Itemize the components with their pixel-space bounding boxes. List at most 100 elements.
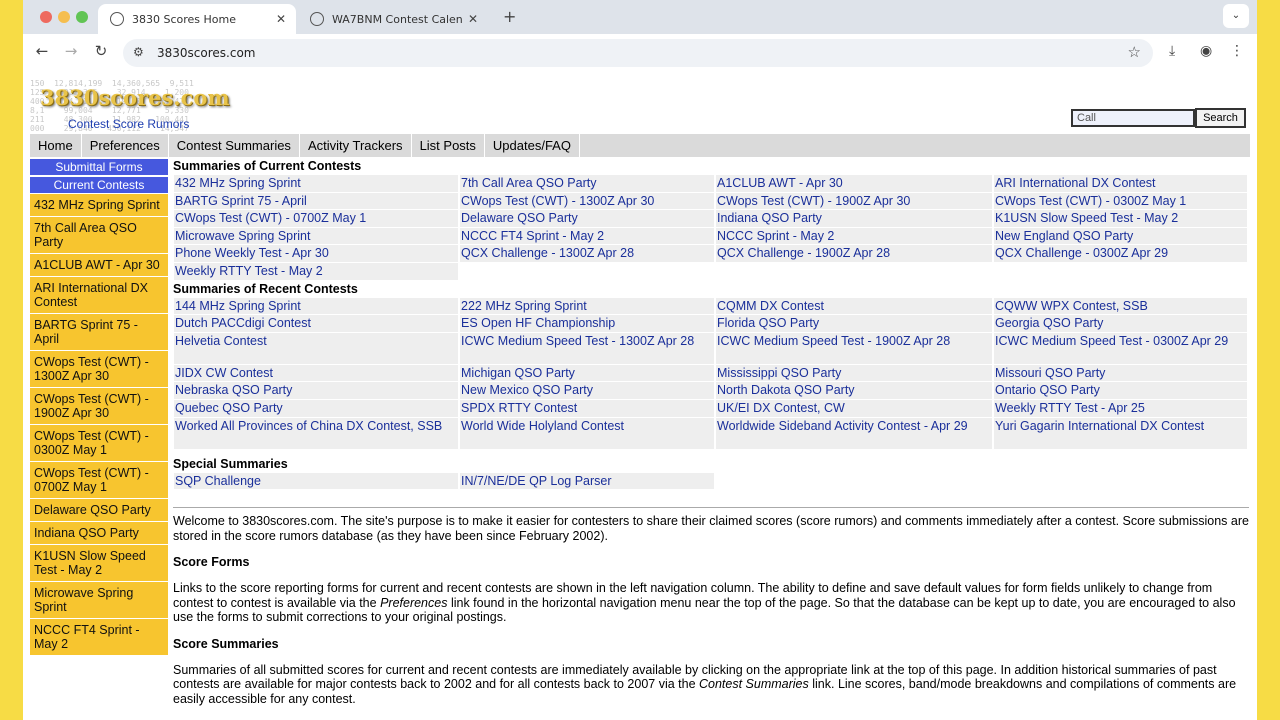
contest-summary-link[interactable]: QCX Challenge - 1900Z Apr 28: [716, 245, 992, 262]
sidebar-heading-submittal-forms: Submittal Forms: [30, 159, 168, 175]
contest-summary-link[interactable]: JIDX CW Contest: [174, 364, 458, 382]
current-contests-title: Summaries of Current Contests: [173, 159, 362, 173]
contest-summary-link[interactable]: Weekly RTTY Test - Apr 25: [994, 399, 1247, 417]
close-tab-icon[interactable]: ✕: [276, 12, 286, 26]
close-window-button[interactable]: [40, 11, 52, 23]
contest-summary-link[interactable]: CWops Test (CWT) - 1300Z Apr 30: [460, 192, 714, 210]
contest-summary-link[interactable]: ICWC Medium Speed Test - 0300Z Apr 29: [994, 332, 1247, 364]
contest-summary-link[interactable]: NCCC Sprint - May 2: [716, 227, 992, 245]
nav-updates-faq[interactable]: Updates/FAQ: [485, 134, 580, 157]
forward-arrow-icon[interactable]: →: [61, 42, 81, 60]
contest-summary-link[interactable]: Florida QSO Party: [716, 315, 992, 332]
sidebar-item-contest[interactable]: NCCC FT4 Sprint - May 2: [30, 619, 168, 656]
contest-summary-link[interactable]: CWops Test (CWT) - 1900Z Apr 30: [716, 192, 992, 210]
contest-summary-link[interactable]: CQWW WPX Contest, SSB: [994, 297, 1247, 315]
contest-summary-link[interactable]: Microwave Spring Sprint: [174, 227, 458, 245]
tab-search-chevron-icon[interactable]: ⌄: [1223, 4, 1249, 28]
tab-title: 3830 Scores Home: [132, 12, 237, 26]
reload-icon[interactable]: ↻: [91, 42, 111, 60]
sidebar-item-contest[interactable]: Delaware QSO Party: [30, 499, 168, 522]
contest-summary-link[interactable]: Missouri QSO Party: [994, 364, 1247, 382]
contest-summary-link[interactable]: Dutch PACCdigi Contest: [174, 315, 458, 332]
sidebar-item-contest[interactable]: CWops Test (CWT) - 0700Z May 1: [30, 462, 168, 499]
nav-list-posts[interactable]: List Posts: [412, 134, 485, 157]
contest-summary-link[interactable]: 7th Call Area QSO Party: [460, 175, 714, 192]
contest-summary-link[interactable]: Indiana QSO Party: [716, 210, 992, 227]
nav-home[interactable]: Home: [30, 134, 82, 157]
sidebar-item-contest[interactable]: ARI International DX Contest: [30, 277, 168, 314]
sidebar-item-contest[interactable]: Microwave Spring Sprint: [30, 582, 168, 619]
contest-summary-link[interactable]: Weekly RTTY Test - May 2: [174, 262, 458, 280]
contest-summary-link[interactable]: 222 MHz Spring Sprint: [460, 297, 714, 315]
contest-summary-link[interactable]: Worldwide Sideband Activity Contest - Ap…: [716, 417, 992, 449]
sidebar-item-contest[interactable]: K1USN Slow Speed Test - May 2: [30, 545, 168, 582]
contest-summary-link[interactable]: Nebraska QSO Party: [174, 382, 458, 399]
site-settings-icon[interactable]: ⚙: [133, 45, 144, 59]
contest-summary-link[interactable]: NCCC FT4 Sprint - May 2: [460, 227, 714, 245]
contest-summary-link[interactable]: QCX Challenge - 1300Z Apr 28: [460, 245, 714, 262]
sidebar-item-contest[interactable]: CWops Test (CWT) - 1900Z Apr 30: [30, 388, 168, 425]
site-logo[interactable]: 150 12,814,199 14,360,565 9,511 125 211,…: [30, 77, 240, 137]
tab-wa7bnm[interactable]: WA7BNM Contest Calendar: C ✕: [298, 4, 488, 34]
search-button[interactable]: Search: [1195, 108, 1246, 128]
sidebar-item-contest[interactable]: CWops Test (CWT) - 1300Z Apr 30: [30, 351, 168, 388]
contest-summary-link[interactable]: Helvetia Contest: [174, 332, 458, 364]
call-search-input[interactable]: Call: [1071, 109, 1195, 127]
globe-icon: [310, 12, 324, 26]
tab-3830-scores[interactable]: 3830 Scores Home ✕: [98, 4, 296, 34]
current-contests-grid: 432 MHz Spring Sprint 7th Call Area QSO P…: [174, 175, 1249, 280]
sidebar-item-contest[interactable]: BARTG Sprint 75 - April: [30, 314, 168, 351]
contest-summary-link[interactable]: IN/7/NE/DE QP Log Parser: [460, 472, 714, 490]
contest-summary-link[interactable]: North Dakota QSO Party: [716, 382, 992, 399]
contest-summary-link[interactable]: Mississippi QSO Party: [716, 364, 992, 382]
contest-summary-link[interactable]: World Wide Holyland Contest: [460, 417, 714, 449]
nav-contest-summaries[interactable]: Contest Summaries: [169, 134, 300, 157]
contest-summary-link[interactable]: ES Open HF Championship: [460, 315, 714, 332]
contest-summary-link[interactable]: Michigan QSO Party: [460, 364, 714, 382]
sidebar-item-contest[interactable]: 432 MHz Spring Sprint: [30, 194, 168, 217]
contest-summary-link[interactable]: Phone Weekly Test - Apr 30: [174, 245, 458, 262]
contest-summary-link[interactable]: New Mexico QSO Party: [460, 382, 714, 399]
contest-summary-link[interactable]: CWops Test (CWT) - 0300Z May 1: [994, 192, 1247, 210]
address-bar[interactable]: ⚙ 3830scores.com ☆: [123, 39, 1153, 67]
contest-summary-link[interactable]: New England QSO Party: [994, 227, 1247, 245]
contest-summary-link[interactable]: ARI International DX Contest: [994, 175, 1247, 192]
contest-summary-link[interactable]: Ontario QSO Party: [994, 382, 1247, 399]
tab-title: WA7BNM Contest Calendar: C: [332, 12, 462, 26]
back-arrow-icon[interactable]: ←: [32, 42, 52, 60]
contest-summary-link[interactable]: K1USN Slow Speed Test - May 2: [994, 210, 1247, 227]
contest-summary-link[interactable]: Georgia QSO Party: [994, 315, 1247, 332]
contest-summary-link[interactable]: Quebec QSO Party: [174, 399, 458, 417]
contest-summary-link[interactable]: Worked All Provinces of China DX Contest…: [174, 417, 458, 449]
bookmark-star-icon[interactable]: ☆: [1128, 43, 1141, 61]
contest-summary-link[interactable]: 432 MHz Spring Sprint: [174, 175, 458, 192]
new-tab-icon[interactable]: +: [503, 7, 516, 26]
contest-summary-link[interactable]: QCX Challenge - 0300Z Apr 29: [994, 245, 1247, 262]
nav-activity-trackers[interactable]: Activity Trackers: [300, 134, 412, 157]
contest-summary-link[interactable]: Yuri Gagarin International DX Contest: [994, 417, 1247, 449]
minimize-window-button[interactable]: [58, 11, 70, 23]
download-icon[interactable]: ⤓: [1169, 43, 1175, 59]
close-tab-icon[interactable]: ✕: [468, 12, 478, 26]
sidebar-item-contest[interactable]: CWops Test (CWT) - 0300Z May 1: [30, 425, 168, 462]
contest-summary-link[interactable]: ICWC Medium Speed Test - 1300Z Apr 28: [460, 332, 714, 364]
nav-preferences[interactable]: Preferences: [82, 134, 169, 157]
sidebar-item-contest[interactable]: 7th Call Area QSO Party: [30, 217, 168, 254]
sidebar-item-contest[interactable]: Indiana QSO Party: [30, 522, 168, 545]
sidebar-item-contest[interactable]: A1CLUB AWT - Apr 30: [30, 254, 168, 277]
contest-summary-link[interactable]: SPDX RTTY Contest: [460, 399, 714, 417]
contest-summary-link[interactable]: BARTG Sprint 75 - April: [174, 192, 458, 210]
url-text[interactable]: 3830scores.com: [157, 46, 255, 60]
menu-kebab-icon[interactable]: ⋮: [1230, 43, 1244, 59]
profile-icon[interactable]: ◉: [1200, 43, 1212, 59]
maximize-window-button[interactable]: [76, 11, 88, 23]
contest-summary-link[interactable]: Delaware QSO Party: [460, 210, 714, 227]
contest-summary-link[interactable]: ICWC Medium Speed Test - 1900Z Apr 28: [716, 332, 992, 364]
contest-summary-link[interactable]: UK/EI DX Contest, CW: [716, 399, 992, 417]
contest-summary-link[interactable]: SQP Challenge: [174, 472, 458, 490]
recent-contests-title: Summaries of Recent Contests: [173, 281, 358, 296]
contest-summary-link[interactable]: 144 MHz Spring Sprint: [174, 297, 458, 315]
contest-summary-link[interactable]: CWops Test (CWT) - 0700Z May 1: [174, 210, 458, 227]
contest-summary-link[interactable]: CQMM DX Contest: [716, 297, 992, 315]
contest-summary-link[interactable]: A1CLUB AWT - Apr 30: [716, 175, 992, 192]
